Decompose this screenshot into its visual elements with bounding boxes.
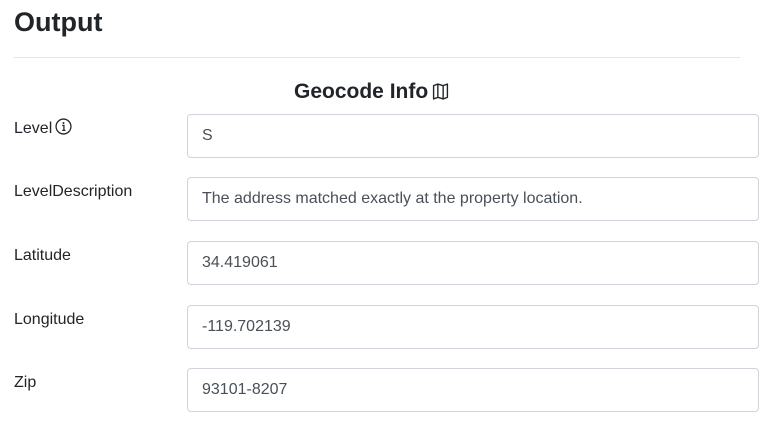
level-description-field[interactable] (187, 177, 759, 221)
map-icon (432, 80, 449, 108)
latitude-row: Latitude (0, 241, 768, 287)
level-field[interactable] (187, 114, 759, 158)
level-row: Level (0, 114, 768, 160)
zip-field[interactable] (187, 368, 759, 412)
longitude-field[interactable] (187, 305, 759, 349)
output-page: Output Geocode Info Level LevelDescripti… (0, 0, 768, 443)
level-label: Level (14, 118, 72, 142)
longitude-row: Longitude (0, 305, 768, 351)
level-description-row: LevelDescription (0, 177, 768, 223)
latitude-label: Latitude (14, 247, 71, 264)
longitude-label: Longitude (14, 311, 85, 328)
section-title: Geocode Info (294, 78, 449, 108)
level-label-text: Level (14, 120, 53, 137)
output-title: Output (14, 7, 103, 37)
level-description-label: LevelDescription (14, 183, 133, 200)
info-icon[interactable] (55, 118, 72, 142)
divider (14, 57, 740, 58)
latitude-field[interactable] (187, 241, 759, 285)
zip-row: Zip (0, 368, 768, 414)
zip-label: Zip (14, 374, 37, 391)
section-title-text: Geocode Info (294, 80, 429, 103)
